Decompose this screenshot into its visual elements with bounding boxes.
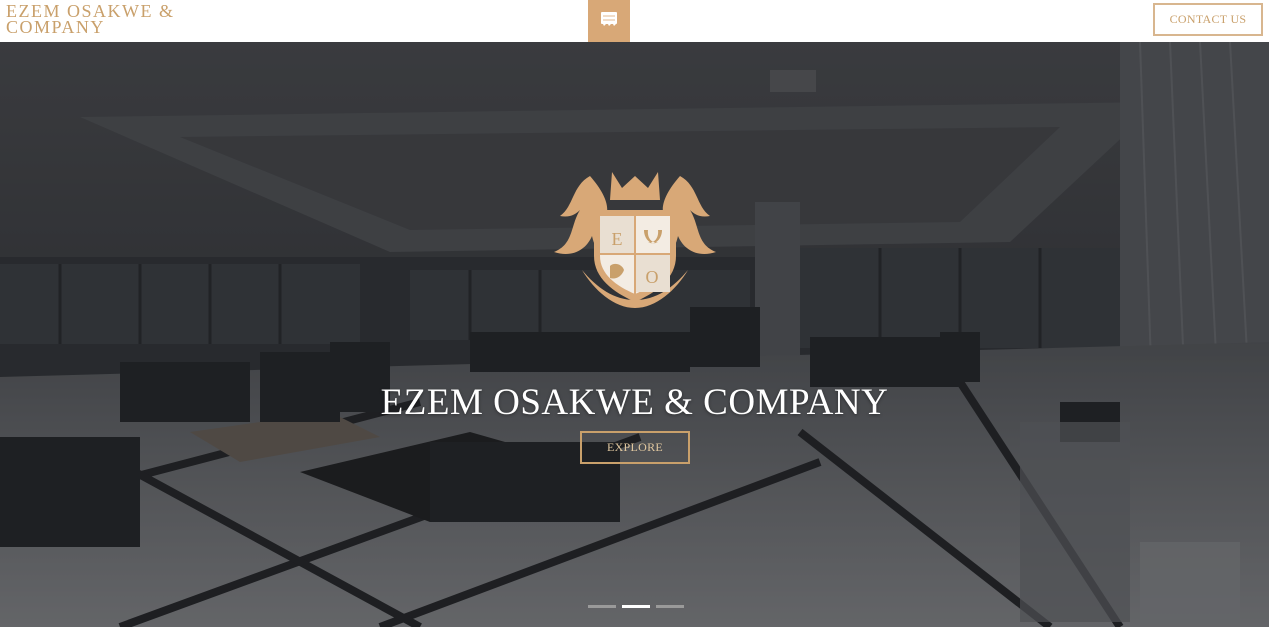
- hero-title: EZEM OSAKWE & COMPANY: [380, 382, 889, 423]
- hero-slider: E O EZEM OSAKWE & COMPANY EXPLORE: [0, 42, 1269, 627]
- top-navbar: EZEM OSAKWE & COMPANY CONTACT US: [0, 0, 1269, 42]
- office-background-image: [0, 42, 1269, 627]
- explore-button[interactable]: EXPLORE: [580, 431, 690, 464]
- slider-dot-2[interactable]: [622, 605, 650, 608]
- brand-logo-text[interactable]: EZEM OSAKWE & COMPANY: [6, 2, 226, 36]
- slider-pagination: [588, 605, 684, 608]
- slider-dot-1[interactable]: [588, 605, 616, 608]
- company-crest-logo: E O: [552, 166, 718, 310]
- crest-letter-o: O: [646, 267, 659, 287]
- slider-dot-3[interactable]: [656, 605, 684, 608]
- menu-icon: [600, 11, 618, 32]
- contact-us-button[interactable]: CONTACT US: [1153, 3, 1263, 36]
- crest-letter-e: E: [612, 229, 623, 249]
- menu-button[interactable]: [588, 0, 630, 42]
